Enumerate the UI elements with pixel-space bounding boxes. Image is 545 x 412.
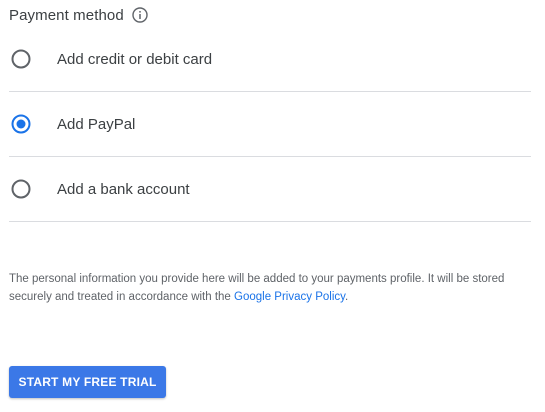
payment-method-header: Payment method — [9, 5, 148, 25]
privacy-notice-end: . — [345, 291, 349, 303]
radio-checked-icon — [11, 114, 31, 134]
radio-button-bank[interactable] — [10, 178, 32, 200]
option-label-card: Add credit or debit card — [57, 50, 213, 68]
option-label-bank: Add a bank account — [57, 180, 190, 198]
radio-button-card[interactable] — [10, 48, 32, 70]
section-title: Payment method — [9, 6, 124, 24]
payment-option-bank[interactable]: Add a bank account — [9, 157, 531, 222]
radio-unchecked-icon — [11, 49, 31, 69]
radio-unchecked-icon — [11, 179, 31, 199]
option-label-paypal: Add PayPal — [57, 115, 136, 133]
payment-option-card[interactable]: Add credit or debit card — [9, 27, 531, 92]
info-icon[interactable] — [132, 7, 148, 23]
privacy-policy-link[interactable]: Google Privacy Policy — [234, 291, 345, 303]
privacy-notice: The personal information you provide her… — [9, 270, 534, 306]
radio-button-paypal[interactable] — [10, 113, 32, 135]
payment-option-paypal[interactable]: Add PayPal — [9, 92, 531, 157]
start-free-trial-button[interactable]: START MY FREE TRIAL — [9, 366, 166, 398]
info-icon-graphic — [132, 7, 148, 23]
payment-options-list: Add credit or debit card Add PayPal Add … — [9, 27, 531, 222]
payment-method-panel: Payment method Add credit or debit card — [0, 0, 545, 412]
